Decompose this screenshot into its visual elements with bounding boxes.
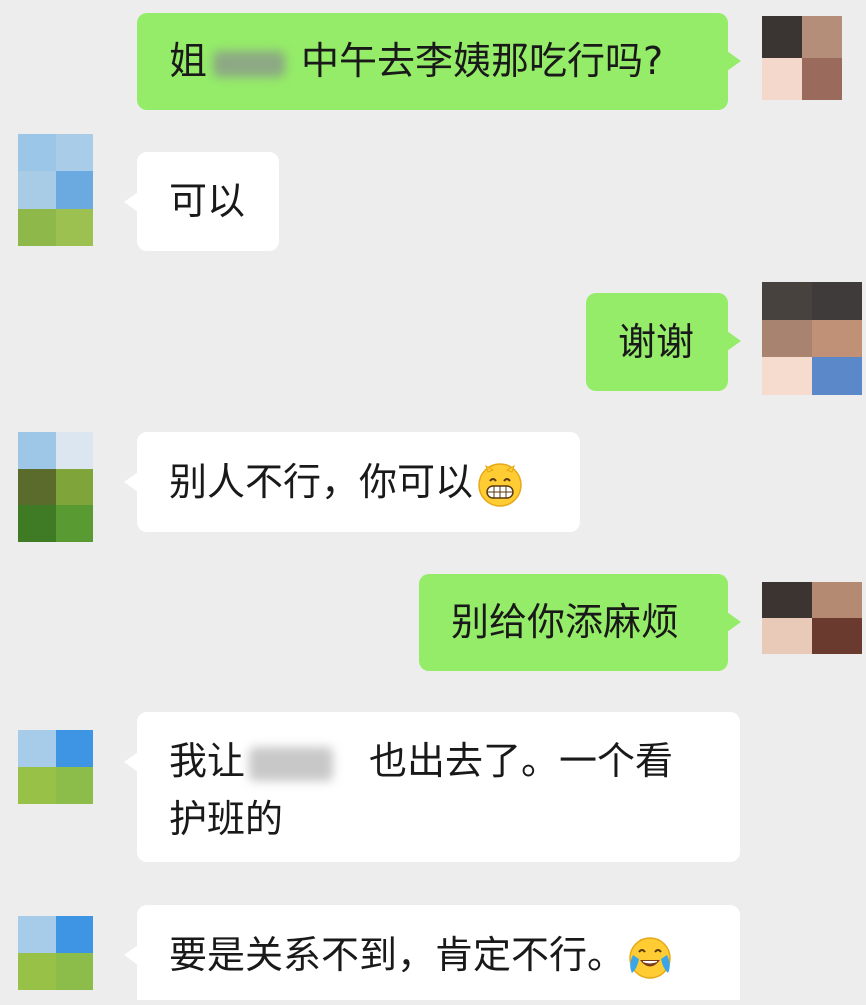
contact-avatar[interactable] <box>18 730 93 804</box>
redacted-name <box>249 746 334 781</box>
message-bubble[interactable]: 谢谢 <box>586 293 741 391</box>
grinning-face-icon <box>478 462 522 507</box>
my-avatar[interactable] <box>762 16 842 100</box>
contact-avatar[interactable] <box>18 432 93 542</box>
message-text: 别给你添麻烦 <box>451 600 680 644</box>
message-text: 要是关系不到，肯定不行。 <box>169 933 626 977</box>
message-text: 谢谢 <box>618 320 695 364</box>
tears-of-joy-face-icon <box>629 936 671 979</box>
my-avatar[interactable] <box>762 282 862 395</box>
my-avatar[interactable] <box>762 582 862 654</box>
contact-avatar[interactable] <box>18 916 93 990</box>
message-text: 别人不行，你可以 <box>169 460 474 504</box>
message-text: 可以 <box>169 179 246 223</box>
message-bubble[interactable]: 别给你添麻烦 <box>419 574 741 671</box>
message-text: 我让 <box>169 739 246 783</box>
message-bubble[interactable]: 要是关系不到，肯定不行。 <box>124 905 740 1000</box>
message-text: 中午去李姨那吃行吗? <box>301 39 664 83</box>
message-text: 也出去了。一个看 <box>369 739 674 783</box>
redacted-name <box>213 50 286 77</box>
message-bubble[interactable]: 可以 <box>124 152 279 251</box>
chat-area: 姐 中午去李姨那吃行吗? 可以 谢谢 别人不行，你可以 别给你添麻烦 我让 也出去… <box>0 0 866 1000</box>
message-bubble[interactable]: 别人不行，你可以 <box>124 432 580 532</box>
message-text: 护班的 <box>169 797 284 841</box>
message-bubble[interactable]: 姐 中午去李姨那吃行吗? <box>137 13 741 110</box>
message-text: 姐 <box>169 39 208 83</box>
message-bubble[interactable]: 我让 也出去了。一个看 护班的 <box>124 712 740 862</box>
contact-avatar[interactable] <box>18 134 93 246</box>
